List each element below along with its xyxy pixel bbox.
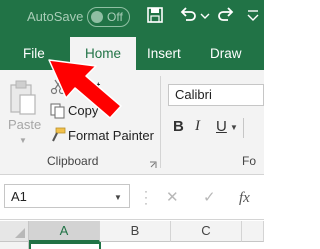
font-name-combobox[interactable]: Calibri [168,84,264,106]
autosave-toggle-state: Off [107,10,123,24]
paste-label[interactable]: Paste [8,117,41,132]
dialog-launcher-icon[interactable] [149,156,157,168]
column-header-b[interactable]: B [100,221,171,242]
formula-bar: A1 ▼ · · · ✕ ✓ fx [0,176,264,220]
cancel-entry-button[interactable]: ✕ [166,188,179,206]
title-bar: AutoSave Off [0,0,264,37]
tab-home[interactable]: Home [70,37,136,71]
format-painter-label[interactable]: Format Painter [68,128,154,143]
tab-file[interactable]: File [23,37,45,70]
save-icon[interactable] [146,5,164,30]
copy-dropdown-icon[interactable]: ▼ [108,107,116,116]
column-header-a[interactable]: A [29,221,100,242]
select-all-button[interactable] [0,221,29,242]
bold-button[interactable]: B [173,118,184,135]
cut-icon[interactable] [50,79,66,100]
clipboard-group-label: Clipboard [47,154,99,168]
toggle-knob [91,11,103,23]
tab-insert[interactable]: Insert [147,37,181,70]
worksheet-grid: A B C [0,221,264,249]
format-painter-icon[interactable] [50,127,66,148]
ribbon-home-panel: Paste ▼ Cut Copy ▼ Format Painter Clipbo… [0,70,264,175]
name-box-dropdown-icon[interactable]: ▼ [114,193,122,202]
font-group-label: Fo [242,154,257,168]
underline-dropdown-icon[interactable]: ▼ [230,123,238,132]
name-box[interactable]: A1 ▼ [4,184,130,208]
insert-function-icon[interactable]: fx [238,188,260,211]
paste-icon[interactable] [8,80,38,121]
copy-icon[interactable] [50,103,66,124]
redo-icon[interactable] [216,5,236,30]
autosave-toggle[interactable]: Off [87,7,130,27]
cut-label[interactable]: Cut [80,79,100,94]
svg-text:fx: fx [239,190,250,206]
paste-dropdown-icon[interactable]: ▼ [19,136,27,145]
ribbon-tab-bar: File Home Insert Draw [0,37,264,71]
underline-button[interactable]: U [216,118,227,135]
selected-cell[interactable] [29,242,101,249]
tab-draw[interactable]: Draw [210,37,242,70]
customize-quick-access-icon[interactable] [246,5,260,30]
undo-icon[interactable] [178,5,198,30]
copy-label[interactable]: Copy [68,103,98,118]
undo-dropdown-icon[interactable] [200,5,210,30]
column-header-partial[interactable] [242,221,264,242]
formula-bar-grip-icon[interactable]: · · · [144,185,148,209]
select-all-triangle-icon [15,228,25,238]
name-box-value: A1 [11,189,27,204]
group-separator [160,76,161,168]
enter-entry-button[interactable]: ✓ [203,188,216,206]
format-separator [243,118,244,138]
column-header-c[interactable]: C [171,221,242,242]
autosave-label: AutoSave [27,9,84,24]
row-header-1[interactable] [0,242,29,249]
italic-button[interactable]: I [195,118,200,135]
